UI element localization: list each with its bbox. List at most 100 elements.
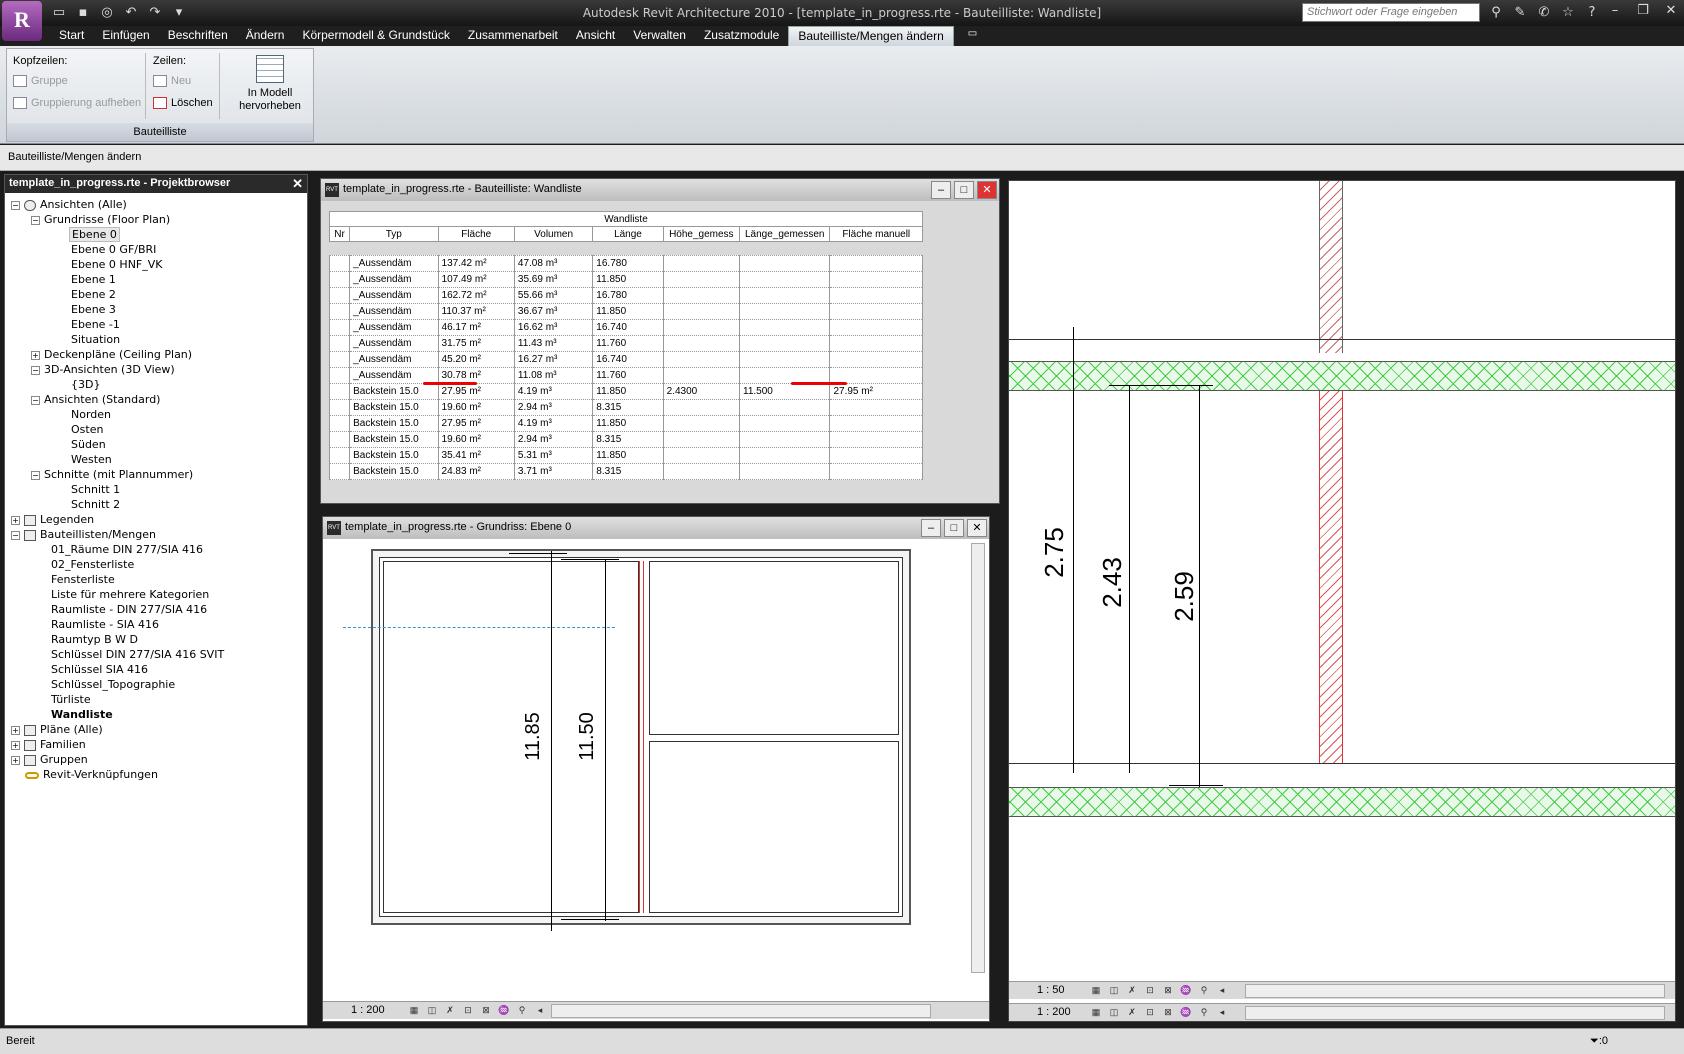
table-cell[interactable]: Backstein 15.0 xyxy=(349,463,439,480)
table-cell[interactable]: 19.60 m² xyxy=(437,399,515,416)
table-cell[interactable]: _Aussendäm xyxy=(349,319,439,336)
tab-bauteilliste-aendern[interactable]: Bauteilliste/Mengen ändern xyxy=(788,26,954,46)
table-cell[interactable]: 16.740 xyxy=(592,351,664,368)
tab-ansicht[interactable]: Ansicht xyxy=(567,26,624,46)
tree-item-ebene-3[interactable]: Ebene 3 xyxy=(71,302,116,318)
tree-item-3d[interactable]: {3D} xyxy=(71,377,100,393)
table-cell[interactable] xyxy=(829,415,923,432)
table-cell[interactable]: 55.66 m³ xyxy=(513,287,594,304)
tab-beschriften[interactable]: Beschriften xyxy=(159,26,237,46)
table-cell[interactable]: 11.850 xyxy=(592,383,664,400)
tree-item-02-fensterliste[interactable]: 02_Fensterliste xyxy=(51,557,134,573)
table-cell[interactable] xyxy=(829,399,923,416)
tree-item-schnitt-1[interactable]: Schnitt 1 xyxy=(71,482,120,498)
temp-hide-icon[interactable]: ⊠ xyxy=(479,1004,493,1017)
vertical-scrollbar[interactable] xyxy=(971,543,985,973)
table-cell[interactable] xyxy=(739,271,831,288)
neu-button[interactable]: Neu xyxy=(153,75,191,88)
table-cell[interactable]: 2.94 m³ xyxy=(513,399,594,416)
close-icon[interactable]: ✕ xyxy=(967,519,987,537)
table-cell[interactable]: _Aussendäm xyxy=(349,335,439,352)
expand-icon[interactable]: + xyxy=(11,740,20,750)
collapse-icon[interactable]: − xyxy=(31,470,40,480)
table-cell[interactable]: 4.19 m³ xyxy=(513,383,594,400)
tree-item-grundrisse[interactable]: − Grundrisse (Floor Plan) xyxy=(31,212,170,228)
table-cell[interactable] xyxy=(662,287,741,304)
tree-item-raumliste-sia[interactable]: Raumliste - SIA 416 xyxy=(51,617,159,633)
tree-item-fensterliste[interactable]: Fensterliste xyxy=(51,572,115,588)
table-cell[interactable] xyxy=(829,255,923,272)
dimension-text[interactable]: 2.59 xyxy=(1169,571,1200,622)
table-cell[interactable]: Backstein 15.0 xyxy=(349,415,439,432)
binoculars-icon[interactable]: ⚲ xyxy=(1486,4,1506,22)
table-cell[interactable] xyxy=(739,319,831,336)
table-cell[interactable] xyxy=(829,351,923,368)
table-cell[interactable] xyxy=(829,463,923,480)
table-cell[interactable] xyxy=(739,447,831,464)
shadows-icon[interactable]: ✗ xyxy=(443,1004,457,1017)
table-cell[interactable] xyxy=(328,447,351,464)
column-header[interactable]: Fläche manuell xyxy=(829,226,923,242)
restore-icon[interactable]: ❐ xyxy=(1634,3,1652,18)
table-cell[interactable] xyxy=(662,431,741,448)
tree-item-plaene[interactable]: + Pläne (Alle) xyxy=(11,722,103,738)
tree-item-ansichten-standard[interactable]: − Ansichten (Standard) xyxy=(31,392,160,408)
ribbon-minimize-icon[interactable]: ▭ xyxy=(954,26,986,46)
table-cell[interactable] xyxy=(328,399,351,416)
table-cell[interactable]: 11.08 m³ xyxy=(513,367,594,384)
tree-item-ebene-0-gf[interactable]: Ebene 0 GF/BRI xyxy=(71,242,156,258)
table-cell[interactable] xyxy=(662,255,741,272)
tree-item-gruppen[interactable]: + Gruppen xyxy=(11,752,88,768)
temp-hide-icon[interactable]: ⊠ xyxy=(1161,1006,1175,1019)
table-cell[interactable] xyxy=(739,351,831,368)
column-header[interactable]: Fläche xyxy=(437,226,515,242)
tree-item-sueden[interactable]: Süden xyxy=(71,437,106,453)
table-row[interactable]: _Aussendäm 137.42 m² 47.08 m³ 16.780 xyxy=(328,255,923,272)
table-row[interactable]: _Aussendäm 107.49 m² 35.69 m³ 11.850 xyxy=(328,271,923,288)
table-cell[interactable]: 11.43 m³ xyxy=(513,335,594,352)
tree-item-schluessel-topo[interactable]: Schlüssel_Topographie xyxy=(51,677,175,693)
tree-item-situation[interactable]: Situation xyxy=(71,332,120,348)
table-cell[interactable]: 137.42 m² xyxy=(437,255,515,272)
view-scale[interactable]: 1 : 200 xyxy=(1037,1006,1071,1018)
brick-wall-section[interactable] xyxy=(1319,391,1343,763)
table-cell[interactable] xyxy=(662,271,741,288)
table-cell[interactable] xyxy=(662,447,741,464)
detail-level-icon[interactable]: ▦ xyxy=(407,1004,421,1017)
crop-icon[interactable]: ⊡ xyxy=(461,1004,475,1017)
scroll-left-icon[interactable]: ◂ xyxy=(1215,984,1229,997)
tree-item-schnitte[interactable]: − Schnitte (mit Plannummer) xyxy=(31,467,193,483)
table-cell[interactable]: 8.315 xyxy=(592,399,664,416)
tab-einfuegen[interactable]: Einfügen xyxy=(93,26,158,46)
help-search-input[interactable]: Stichwort oder Frage eingeben xyxy=(1302,3,1480,22)
table-cell[interactable]: 2.4300 xyxy=(662,383,741,400)
tree-item-liste-kategorien[interactable]: Liste für mehrere Kategorien xyxy=(51,587,209,603)
horizontal-scrollbar[interactable] xyxy=(1245,984,1665,998)
table-row[interactable]: Backstein 15.0 35.41 m² 5.31 m³ 11.850 xyxy=(328,447,923,464)
table-cell[interactable] xyxy=(662,399,741,416)
table-cell[interactable]: 36.67 m³ xyxy=(513,303,594,320)
table-cell[interactable]: 2.94 m³ xyxy=(513,431,594,448)
tree-item-ebene-0-hnf[interactable]: Ebene 0 HNF_VK xyxy=(71,257,163,273)
visual-style-icon[interactable]: ◫ xyxy=(1107,1006,1121,1019)
dimension-text[interactable]: 2.43 xyxy=(1097,557,1128,608)
table-cell[interactable]: 4.19 m³ xyxy=(513,415,594,432)
tree-item-wandliste[interactable]: Wandliste xyxy=(51,707,113,723)
horizontal-scrollbar[interactable] xyxy=(1245,1006,1665,1020)
table-cell[interactable] xyxy=(662,367,741,384)
table-cell[interactable]: 8.315 xyxy=(592,463,664,480)
table-cell[interactable]: 45.20 m² xyxy=(437,351,515,368)
expand-icon[interactable]: + xyxy=(11,755,20,765)
table-row[interactable]: _Aussendäm 162.72 m² 55.66 m³ 16.780 xyxy=(328,287,923,304)
filter-icon[interactable]: ⏷:0 xyxy=(1590,1035,1608,1048)
tab-zusammenarbeit[interactable]: Zusammenarbeit xyxy=(459,26,567,46)
table-cell[interactable] xyxy=(829,319,923,336)
tab-start[interactable]: Start xyxy=(50,26,93,46)
column-header[interactable]: Volumen xyxy=(513,226,594,242)
table-cell[interactable]: 11.850 xyxy=(592,303,664,320)
expand-icon[interactable]: + xyxy=(11,725,20,735)
table-cell[interactable] xyxy=(328,335,351,352)
tree-item-legenden[interactable]: + Legenden xyxy=(11,512,94,528)
table-row[interactable]: Backstein 15.0 24.83 m² 3.71 m³ 8.315 xyxy=(328,463,923,480)
redo-icon[interactable]: ↷ xyxy=(146,4,164,22)
